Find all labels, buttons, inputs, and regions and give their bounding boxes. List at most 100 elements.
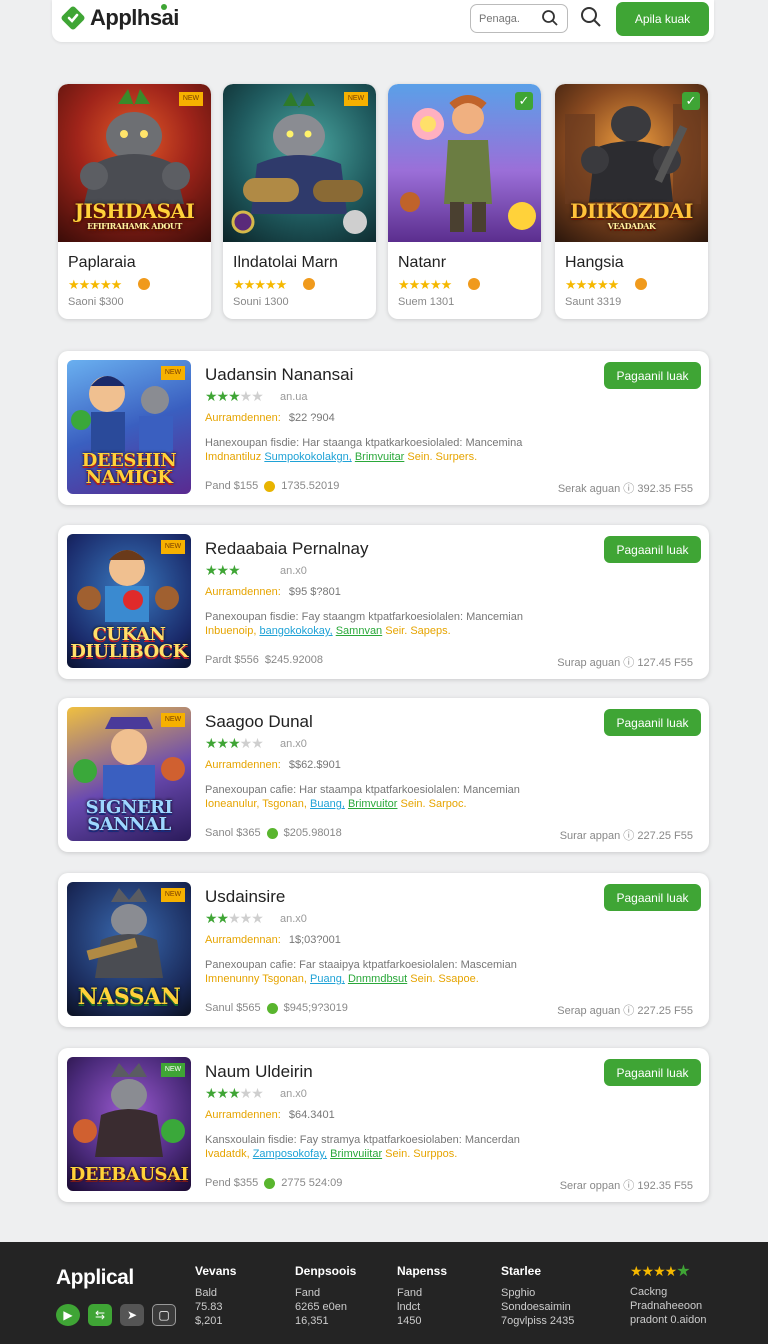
social-links: ▶ ⇆ ➤ ▢	[56, 1304, 176, 1326]
tag-link[interactable]: Samnvan	[336, 625, 382, 637]
play-icon[interactable]: ▶	[56, 1304, 80, 1326]
app-name: Naum Uldeirin	[205, 1062, 313, 1081]
footer-link[interactable]: 7ogvlpiss 2435	[501, 1314, 574, 1328]
footer-link[interactable]: pradont 0.aidon	[630, 1313, 706, 1327]
app-tags: Imdnantiluz Sumpokokolakgn, Brimvuitar S…	[205, 451, 478, 463]
badge-tag: NEW	[161, 888, 185, 902]
coin-icon	[635, 278, 647, 290]
featured-card[interactable]: NEW Ilndatolai Marn ★★★★★ Souni 1300	[223, 84, 376, 319]
badge-tag: NEW	[344, 92, 368, 106]
top-header: Applhsai Apila kuak	[52, 0, 714, 42]
app-thumbnail: NEW NASSAN	[67, 882, 191, 1016]
app-list-item[interactable]: NEW DEEBAUSAI Naum Uldeirin ★★★★★ an.x0 …	[58, 1048, 709, 1202]
footer-column: Napenss Fand lndct 1450	[397, 1264, 448, 1328]
share-icon[interactable]: ⇆	[88, 1304, 112, 1326]
app-name: Uadansin Nanansai	[205, 365, 354, 384]
square-icon[interactable]: ▢	[152, 1304, 176, 1326]
badge-tag: NEW	[161, 540, 185, 554]
coin-icon	[264, 1177, 276, 1189]
tag-link[interactable]: Buang,	[310, 798, 345, 810]
tag-link[interactable]: Brimvuitor	[348, 798, 398, 810]
footer-link[interactable]: Fand	[397, 1286, 447, 1300]
badge-tag: NEW	[161, 366, 185, 380]
app-list-item[interactable]: NEW NASSAN Usdainsire ★★★★★ an.x0 Aurram…	[58, 873, 709, 1027]
app-description: Panexoupan cafie: Far staaipya ktpatfark…	[205, 959, 517, 971]
site-footer: Applical ▶ ⇆ ➤ ▢ Vevans Bald 75.83 $,201…	[0, 1242, 768, 1344]
app-tags: Imnenunny Tsgonan, Puang, Dnmmdbsut Sein…	[205, 973, 479, 985]
thumbnail-title: DEEBAUSAI	[69, 1163, 189, 1185]
footer-link[interactable]: Cackng	[630, 1285, 706, 1299]
featured-meta: Saunt 3319	[565, 296, 622, 308]
item-action-button[interactable]: Pagaanil luak	[604, 709, 701, 736]
app-footer-left: Sanol $365 $205.98018	[205, 827, 342, 839]
price-row: Aurramdennen: $95 $?801	[205, 586, 341, 598]
app-tags: Ivadatdk, Zamposokofay, Brimvuiitar Sein…	[205, 1148, 458, 1160]
app-list-item[interactable]: NEW DEESHIN NAMIGK Uadansin Nanansai ★★★…	[58, 351, 709, 505]
thumbnail-title: CUKAN DIULIBOCK	[70, 623, 188, 662]
footer-link[interactable]: Spghio	[501, 1286, 574, 1300]
footer-link[interactable]: Fand	[295, 1286, 356, 1300]
featured-art: ✓ DIIKOZDAI VEADADAK	[555, 84, 708, 242]
footer-link[interactable]: 6265 e0en	[295, 1300, 356, 1314]
featured-meta: Suem 1301	[398, 296, 455, 308]
send-icon[interactable]: ➤	[120, 1304, 144, 1326]
rating-note: an.x0	[280, 913, 307, 925]
featured-title: Paplaraia	[68, 254, 136, 271]
search-input[interactable]	[479, 11, 539, 27]
tag-link[interactable]: Sumpokokolakgn,	[264, 451, 351, 463]
tag-link[interactable]: bangokokokay,	[259, 625, 332, 637]
app-footer-right: Serar oppan ⓘ 192.35 F55	[559, 1180, 693, 1192]
search-field[interactable]	[470, 4, 568, 33]
app-description: Hanexoupan fisdie: Har staanga ktpatkark…	[205, 437, 523, 449]
star-rating: ★★★★★	[398, 277, 452, 292]
badge-tag: NEW	[161, 1063, 185, 1077]
search-icon[interactable]	[541, 9, 559, 32]
tag-link[interactable]: Dnmmdbsut	[348, 973, 407, 985]
logo-dot-icon	[161, 4, 167, 10]
coin-icon	[266, 1002, 278, 1014]
app-footer-left: Pand $155 1735.52019	[205, 480, 340, 492]
star-rating: ★★★★★	[68, 277, 122, 292]
item-action-button[interactable]: Pagaanil luak	[604, 362, 701, 389]
footer-link[interactable]: 75.83	[195, 1300, 236, 1314]
header-primary-button[interactable]: Apila kuak	[616, 2, 709, 36]
footer-link[interactable]: 16,351	[295, 1314, 356, 1328]
app-name: Usdainsire	[205, 887, 286, 906]
app-thumbnail: NEW CUKAN DIULIBOCK	[67, 534, 191, 668]
app-footer-right: Surar appan ⓘ 227.25 F55	[559, 830, 693, 842]
item-action-button[interactable]: Pagaanil luak	[604, 1059, 701, 1086]
search-icon-button[interactable]	[580, 6, 604, 30]
featured-meta: Saoni $300	[68, 296, 124, 308]
app-name: Saagoo Dunal	[205, 712, 313, 731]
footer-column: Vevans Bald 75.83 $,201	[195, 1264, 237, 1328]
check-icon: ✓	[515, 92, 533, 110]
featured-card[interactable]: ✓ Natanr ★★★★★ Suem 1301	[388, 84, 541, 319]
app-thumbnail: NEW DEESHIN NAMIGK	[67, 360, 191, 494]
rating-note: an.x0	[280, 1088, 307, 1100]
tag-link[interactable]: Brimvuitar	[355, 451, 405, 463]
item-action-button[interactable]: Pagaanil luak	[604, 536, 701, 563]
footer-logo[interactable]: Applical	[56, 1266, 134, 1290]
tag-link[interactable]: Zamposokofay,	[253, 1148, 327, 1160]
app-footer-left: Sanul $565 $945;9?3019	[205, 1002, 348, 1014]
item-action-button[interactable]: Pagaanil luak	[604, 884, 701, 911]
featured-card[interactable]: ✓ DIIKOZDAI VEADADAK Hangsia ★★★★★ Saunt…	[555, 84, 708, 319]
footer-column: Denpsoois Fand 6265 e0en 16,351	[295, 1264, 357, 1328]
app-list-item[interactable]: NEW CUKAN DIULIBOCK Redaabaia Pernalnay …	[58, 525, 709, 679]
app-list-item[interactable]: NEW SIGNERI SANNAL Saagoo Dunal ★★★★★ an…	[58, 698, 709, 852]
featured-art-title: DIIKOZDAI VEADADAK	[570, 199, 693, 231]
app-footer-left: Pend $355 2775 524:09	[205, 1177, 343, 1189]
footer-link[interactable]: lndct	[397, 1300, 447, 1314]
app-tags: Inbuenoip, bangokokokay, Samnvan Seir. S…	[205, 625, 451, 637]
footer-link[interactable]: 1450	[397, 1314, 447, 1328]
coin-icon	[303, 278, 315, 290]
thumbnail-title: NASSAN	[77, 984, 181, 1011]
footer-link[interactable]: $,201	[195, 1314, 236, 1328]
tag-link[interactable]: Puang,	[310, 973, 345, 985]
featured-card[interactable]: NEW JISHDASAI EFIFIRAHAMK ADOUT Paplarai…	[58, 84, 211, 319]
footer-link[interactable]: Sondoesaimin	[501, 1300, 574, 1314]
footer-link[interactable]: Pradnaheeoon	[630, 1299, 706, 1313]
tag-link[interactable]: Brimvuiitar	[330, 1148, 382, 1160]
footer-link[interactable]: Bald	[195, 1286, 236, 1300]
app-name: Redaabaia Pernalnay	[205, 539, 369, 558]
